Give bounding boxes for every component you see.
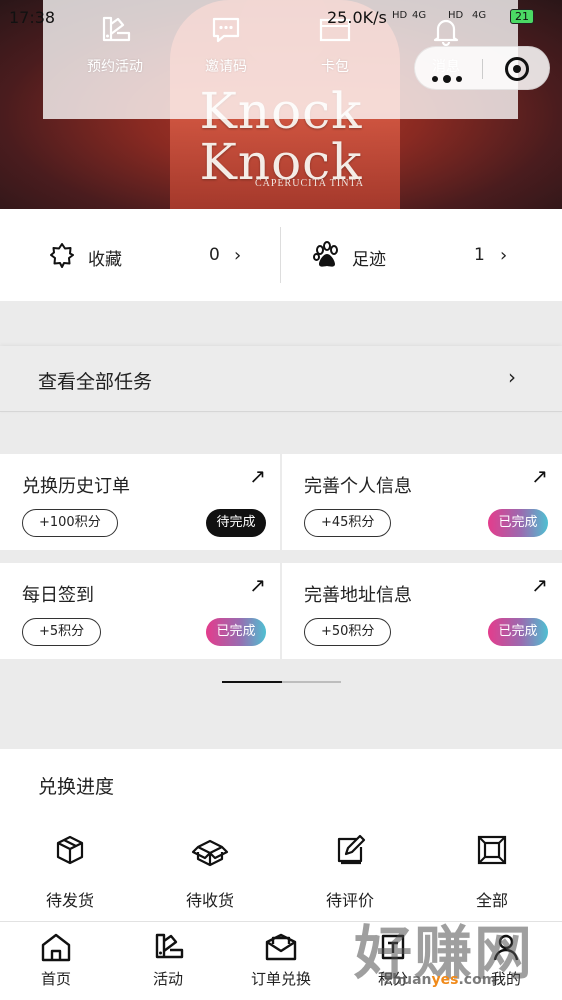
signal-4g-icon: 4G — [472, 10, 487, 21]
task-points: +100积分 — [22, 509, 118, 537]
square-frame-icon — [477, 835, 507, 865]
exchange-progress: 兑换进度 待发货 待收货 待评价 全部 — [0, 749, 562, 921]
task-title: 每日签到 — [22, 585, 94, 606]
favorites-label: 收藏 — [88, 250, 122, 270]
progress-title: 兑换进度 — [38, 776, 115, 798]
task-title: 完善地址信息 — [304, 585, 412, 606]
task-card[interactable]: 完善地址信息 ↗ +50积分 已完成 — [282, 563, 562, 659]
task-points: +5积分 — [22, 618, 102, 646]
tab-label: 订单兑换 — [250, 970, 311, 988]
progress-item-pending-review[interactable]: 待评价 — [300, 833, 400, 911]
task-card[interactable]: 每日签到 ↗ +5积分 已完成 — [0, 563, 280, 659]
quick-item-label: 卡包 — [321, 59, 349, 75]
tab-home[interactable]: 首页 — [11, 932, 101, 989]
footprints-entry[interactable]: 足迹 1 › — [282, 209, 562, 301]
progress-item-pending-shipment[interactable]: 待发货 — [20, 833, 120, 911]
footprints-label: 足迹 — [352, 250, 386, 270]
task-status-badge: 待完成 — [206, 509, 266, 537]
page: Knock Knock CAPERUCITA TINTA 预约活动 邀请码 卡包 — [0, 0, 562, 1000]
quick-item-label: 预约活动 — [87, 59, 143, 75]
chevron-right-icon: › — [500, 245, 508, 266]
tab-order-exchange[interactable]: 订单兑换 — [236, 932, 326, 989]
open-box-icon — [191, 839, 229, 867]
paw-icon — [313, 241, 338, 267]
close-miniprogram-icon[interactable] — [505, 57, 529, 81]
more-icon[interactable] — [432, 67, 467, 86]
tab-label: 活动 — [152, 970, 183, 988]
carousel-indicator — [222, 681, 341, 683]
status-time: 17:38 — [9, 8, 56, 27]
edit-icon — [337, 834, 366, 865]
task-title: 兑换历史订单 — [22, 476, 130, 497]
status-bar: 17:38 25.0K/s HD 4G HD 4G 21 — [0, 0, 562, 34]
chevron-right-icon: › — [234, 245, 242, 266]
chevron-right-icon: › — [508, 365, 516, 389]
signal-4g-icon: 4G — [412, 10, 427, 21]
progress-item-all[interactable]: 全部 — [442, 833, 542, 911]
favorites-entry[interactable]: 收藏 0 › — [0, 209, 280, 301]
box-icon — [56, 835, 84, 865]
hd-icon: HD — [448, 10, 464, 21]
task-title: 完善个人信息 — [304, 476, 412, 497]
footprints-count: 1 — [474, 245, 485, 265]
stats-row: 收藏 0 › 足迹 1 › — [0, 209, 562, 301]
swatch-icon — [155, 933, 184, 959]
banner-tagline: CAPERUCITA TINTA — [255, 178, 364, 189]
task-card[interactable]: 兑换历史订单 ↗ +100积分 待完成 — [0, 454, 280, 550]
arrow-up-right-icon: ↗ — [531, 464, 548, 488]
mail-icon — [265, 933, 297, 961]
star-icon — [50, 243, 74, 268]
view-all-tasks[interactable]: 查看全部任务 › — [0, 346, 562, 412]
tab-activities[interactable]: 活动 — [123, 932, 213, 989]
task-status-badge: 已完成 — [206, 618, 266, 646]
arrow-up-right-icon: ↗ — [249, 573, 266, 597]
task-points: +50积分 — [304, 618, 392, 646]
favorites-count: 0 — [209, 245, 220, 265]
view-all-tasks-label: 查看全部任务 — [38, 371, 153, 393]
quick-item-label: 邀请码 — [205, 59, 247, 75]
arrow-up-right-icon: ↗ — [249, 464, 266, 488]
tab-label: 首页 — [40, 970, 71, 988]
arrow-up-right-icon: ↗ — [531, 573, 548, 597]
battery-icon: 21 — [510, 9, 534, 24]
home-icon — [41, 933, 71, 962]
task-card[interactable]: 完善个人信息 ↗ +45积分 已完成 — [282, 454, 562, 550]
progress-item-label: 待收货 — [185, 891, 234, 910]
miniprogram-capsule — [414, 46, 550, 90]
watermark-url: zhuanyes.com — [384, 972, 497, 988]
watermark-logo: 好赚网 zhuanyes.com — [354, 906, 562, 1000]
status-speed: 25.0K/s — [327, 8, 387, 27]
hd-icon: HD — [392, 10, 408, 21]
task-status-badge: 已完成 — [488, 618, 548, 646]
task-status-badge: 已完成 — [488, 509, 548, 537]
task-points: +45积分 — [304, 509, 392, 537]
progress-item-pending-receipt[interactable]: 待收货 — [160, 833, 260, 911]
progress-item-label: 待发货 — [45, 891, 94, 910]
